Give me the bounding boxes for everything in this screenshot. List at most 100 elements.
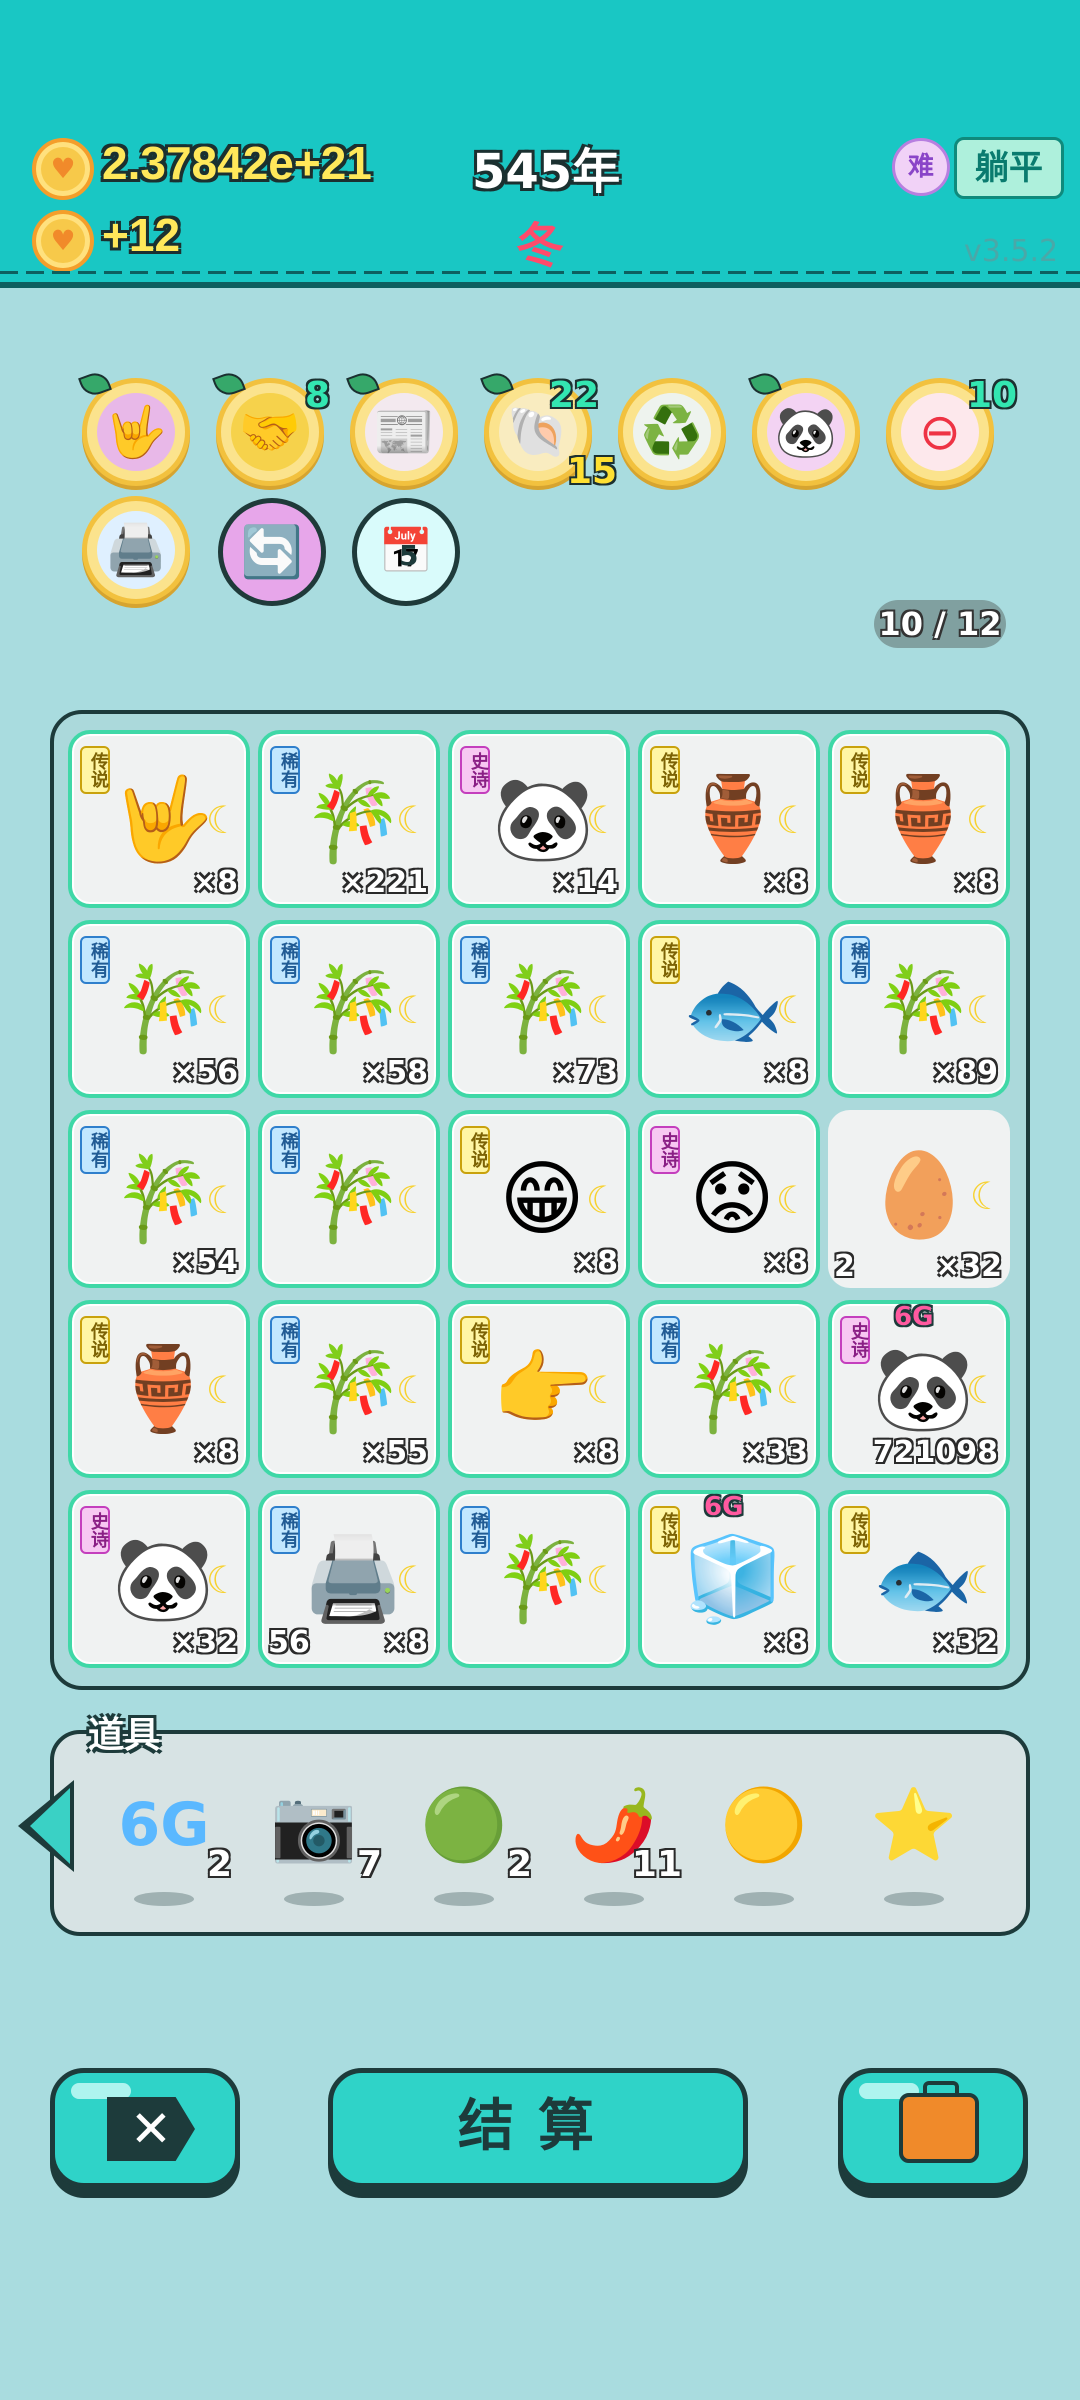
board-cell[interactable]: 史诗 🐼 ☾ ×14 (448, 730, 630, 908)
cell-left-number: 56 (268, 1625, 310, 1660)
tool-6g[interactable]: 6G 2 (104, 1780, 232, 1906)
board-cell[interactable]: 传说 🏺 ☾ ×8 (68, 1300, 250, 1478)
leaf-icon (78, 368, 112, 400)
board-cell[interactable]: 稀有 🎋 ☾ ×56 (68, 920, 250, 1098)
cell-count: ×8 (191, 1435, 238, 1470)
rarity-tag: 稀有 (650, 1316, 680, 1364)
moon-icon: ☾ (775, 988, 810, 1032)
board-cell[interactable]: 稀有 🎋 ☾ ×58 (258, 920, 440, 1098)
board-cell[interactable]: 稀有 🎋 ☾ (448, 1490, 630, 1668)
item-icon: 🏺 (872, 772, 975, 867)
relic-handshake[interactable]: 🤝 8 (212, 368, 330, 486)
moon-icon: ☾ (205, 1368, 240, 1412)
cell-count: ×8 (571, 1435, 618, 1470)
moon-icon: ☾ (775, 1368, 810, 1412)
left-arrow-icon[interactable] (18, 1780, 74, 1872)
cell-count: ×8 (761, 1245, 808, 1280)
moon-icon: ☾ (205, 988, 240, 1032)
tool-chili[interactable]: 🌶️ 11 (554, 1780, 682, 1906)
relic-number-secondary: 15 (567, 451, 618, 492)
item-icon: 🐟 (872, 1532, 975, 1627)
board-cell[interactable]: 稀有 🎋 ☾ ×33 (638, 1300, 820, 1478)
board-cell[interactable]: 传说 🏺 ☾ ×8 (828, 730, 1010, 908)
cell-count: ×89 (931, 1055, 998, 1090)
item-icon: 🐼 (872, 1342, 975, 1437)
board-cell[interactable]: 史诗 😟 ☾ ×8 (638, 1110, 820, 1288)
mode-button[interactable]: 躺平 (954, 137, 1064, 199)
item-icon: 🎋 (302, 1152, 405, 1247)
top-bar: ♥ 2.37842e+21 ♥ +12 545年 冬 难 躺平 v3.5.2 (0, 0, 1080, 288)
item-icon: 🐼 (112, 1532, 215, 1627)
board-cell[interactable]: 史诗 🐼 ☾ ×32 (68, 1490, 250, 1668)
tool-count: 2 (206, 1844, 232, 1885)
board-cell[interactable]: 稀有 🖨️ ☾ 56 ×8 (258, 1490, 440, 1668)
tool-green-orb[interactable]: 🟢 2 (404, 1780, 532, 1906)
settle-button[interactable]: 结算 (328, 2068, 748, 2188)
item-icon: 🐼 (492, 772, 595, 867)
board-cell[interactable]: 🥚 ☾ 2 ×32 (828, 1110, 1010, 1288)
board-cell[interactable]: 稀有 🎋 ☾ ×55 (258, 1300, 440, 1478)
board-cell[interactable]: 史诗 6G 🐼 ☾ 721098 (828, 1300, 1010, 1478)
relic-panda[interactable]: 🐼 (748, 368, 860, 486)
difficulty-icon[interactable]: 难 (892, 138, 950, 196)
relic-minus[interactable]: ⊖ 10 (886, 375, 1017, 486)
item-icon: 🎋 (872, 962, 975, 1057)
rarity-tag: 史诗 (460, 746, 490, 794)
cell-count: ×32 (935, 1249, 1002, 1284)
moon-icon: ☾ (775, 798, 810, 842)
board-cell[interactable]: 稀有 🎋 ☾ (258, 1110, 440, 1288)
green-orb-icon: 🟢 (420, 1784, 508, 1866)
rarity-tag: 传说 (840, 746, 870, 794)
item-icon: 🎋 (492, 1532, 595, 1627)
moon-icon: ☾ (205, 798, 240, 842)
cancel-button[interactable]: ✕ (50, 2068, 240, 2188)
board-cell[interactable]: 稀有 🎋 ☾ ×221 (258, 730, 440, 908)
board-cell[interactable]: 传说 👉 ☾ ×8 (448, 1300, 630, 1478)
relic-recycle[interactable]: ♻️ (618, 378, 726, 486)
rarity-tag: 稀有 (270, 936, 300, 984)
relic-rock-hand[interactable]: 🤟 (78, 368, 190, 486)
item-icon: 🎋 (492, 962, 595, 1057)
board-cell[interactable]: 传说 🏺 ☾ ×8 (638, 730, 820, 908)
page-counter: 10 / 12 (874, 600, 1006, 648)
printer-icon: 🖨️ (97, 511, 175, 589)
panda-icon: 🐼 (767, 393, 845, 471)
tool-count: 7 (356, 1844, 382, 1885)
rarity-tag: 史诗 (650, 1126, 680, 1174)
board-cell[interactable]: 传说 🐟 ☾ ×32 (828, 1490, 1010, 1668)
moon-icon: ☾ (395, 1178, 430, 1222)
relic-number: 10 (967, 375, 1018, 416)
rarity-tag: 稀有 (460, 1506, 490, 1554)
relic-time-magazine[interactable]: 📰 (346, 368, 458, 486)
tool-camera[interactable]: 📷 7 (254, 1780, 382, 1906)
moon-icon: ☾ (775, 1558, 810, 1602)
cell-count: ×33 (741, 1435, 808, 1470)
board-cell[interactable]: 传说 6G 🧊 ☾ ×8 (638, 1490, 820, 1668)
cell-count: ×8 (571, 1245, 618, 1280)
board-cell[interactable]: 稀有 🎋 ☾ ×54 (68, 1110, 250, 1288)
relic-shell[interactable]: 🐚 22 15 (480, 368, 617, 492)
board-cell[interactable]: 传说 😁 ☾ ×8 (448, 1110, 630, 1288)
moon-icon: ☾ (205, 1558, 240, 1602)
board-cell[interactable]: 稀有 🎋 ☾ ×73 (448, 920, 630, 1098)
item-icon: 🖨️ (302, 1532, 405, 1627)
close-icon: ✕ (107, 2097, 195, 2161)
item-icon: 🤟 (112, 772, 215, 867)
rock-hand-icon: 🤟 (97, 393, 175, 471)
board-cell[interactable]: 传说 🤟 ☾ ×8 (68, 730, 250, 908)
board-cell[interactable]: 传说 🐟 ☾ ×8 (638, 920, 820, 1098)
season-label: 冬 (516, 218, 565, 274)
tool-yellow-orb[interactable]: 🟡 (704, 1780, 824, 1906)
rarity-tag: 稀有 (840, 936, 870, 984)
heart-coin-icon: ♥ (32, 138, 94, 200)
relic-printer[interactable]: 🖨️ (82, 496, 190, 604)
moon-icon: ☾ (965, 798, 1000, 842)
relic-calendar[interactable]: 📅 5 (352, 498, 460, 606)
relic-swap[interactable]: 🔄 (218, 498, 326, 606)
inventory-button[interactable] (838, 2068, 1028, 2188)
rarity-tag: 稀有 (80, 1126, 110, 1174)
cell-count: ×32 (171, 1625, 238, 1660)
board-cell[interactable]: 稀有 🎋 ☾ ×89 (828, 920, 1010, 1098)
rarity-tag: 稀有 (270, 1506, 300, 1554)
tool-star[interactable]: ⭐ (854, 1780, 974, 1906)
